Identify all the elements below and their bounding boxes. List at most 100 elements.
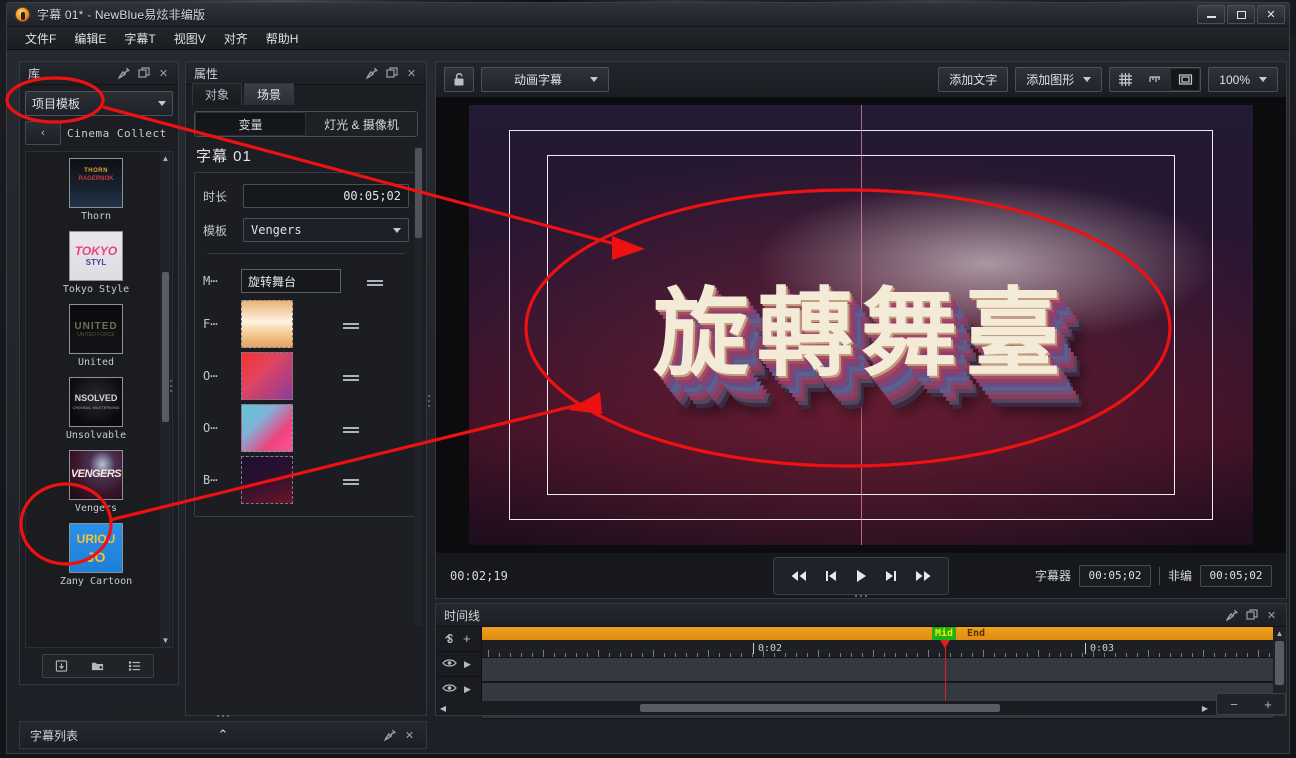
- library-category-dropdown[interactable]: 项目模板: [25, 91, 173, 116]
- scroll-right-icon[interactable]: ▶: [1198, 704, 1212, 713]
- menu-edit[interactable]: 编辑E: [66, 27, 114, 50]
- minimize-button[interactable]: [1197, 5, 1225, 24]
- zoom-in-button[interactable]: +: [1264, 697, 1272, 712]
- tab-scene[interactable]: 场景: [244, 83, 295, 105]
- duration-field[interactable]: 00:05;02: [243, 184, 409, 208]
- canvas-title-text[interactable]: 旋轉舞臺: [469, 256, 1253, 395]
- pin-icon[interactable]: [1225, 609, 1238, 622]
- list-item-vengers[interactable]: VENGERS Vengers: [26, 450, 172, 515]
- scroll-up-icon[interactable]: ▲: [1273, 628, 1286, 639]
- eye-icon[interactable]: [442, 655, 457, 673]
- pin-icon[interactable]: [117, 67, 130, 80]
- ruler-tick: [774, 653, 775, 657]
- breadcrumb-back-button[interactable]: ‹: [25, 121, 61, 145]
- scrollbar-thumb[interactable]: [640, 704, 1000, 712]
- library-resize-grip[interactable]: [168, 373, 173, 399]
- pin-icon[interactable]: [365, 67, 378, 80]
- zoom-out-button[interactable]: −: [1230, 697, 1238, 712]
- properties-scrollbar[interactable]: [414, 146, 423, 626]
- scroll-left-icon[interactable]: ◀: [436, 704, 450, 713]
- menu-help[interactable]: 帮助H: [258, 27, 307, 50]
- safe-area-icon[interactable]: [1170, 68, 1201, 91]
- lock-icon[interactable]: [444, 67, 474, 92]
- close-icon[interactable]: ✕: [157, 67, 170, 80]
- segment-lights-camera[interactable]: 灯光 & 摄像机: [306, 112, 417, 136]
- duration-bar[interactable]: [482, 627, 1273, 640]
- scroll-down-icon[interactable]: ▼: [160, 635, 171, 646]
- tab-object[interactable]: 对象: [192, 83, 243, 105]
- menu-title[interactable]: 字幕T: [116, 27, 163, 50]
- template-dropdown[interactable]: Vengers: [243, 218, 409, 242]
- marker-end[interactable]: End: [964, 627, 988, 640]
- infinity-icon[interactable]: [442, 630, 456, 648]
- scrollbar-track[interactable]: [450, 704, 1198, 712]
- close-button[interactable]: ✕: [1257, 5, 1285, 24]
- menu-align[interactable]: 对齐: [216, 27, 256, 50]
- variable-menu-icon[interactable]: [293, 323, 409, 325]
- skip-back-icon[interactable]: [790, 569, 808, 583]
- next-frame-icon[interactable]: [884, 569, 898, 583]
- subtitle-list-resize-grip[interactable]: [210, 713, 236, 718]
- expand-icon[interactable]: ▶: [464, 684, 471, 695]
- list-item[interactable]: URIOU JO Zany Cartoon: [26, 523, 172, 588]
- scrollbar-thumb: [415, 148, 422, 238]
- add-track-icon[interactable]: +: [463, 632, 471, 645]
- list-item[interactable]: UNITED UNITED FORCE United: [26, 304, 172, 369]
- float-icon[interactable]: [1245, 609, 1258, 622]
- variable-menu-icon[interactable]: [293, 479, 409, 481]
- mode-dropdown[interactable]: 动画字幕: [481, 67, 609, 92]
- skip-forward-icon[interactable]: [914, 569, 932, 583]
- timeline-horizontal-scrollbar[interactable]: ◀ ▶: [436, 701, 1286, 715]
- variable-menu-icon[interactable]: [293, 375, 409, 377]
- menu-file[interactable]: 文件F: [17, 27, 64, 50]
- timeline-vertical-scrollbar[interactable]: ▲: [1273, 627, 1286, 701]
- marker-mid[interactable]: Mid: [932, 627, 957, 640]
- prev-frame-icon[interactable]: [824, 569, 838, 583]
- pin-icon[interactable]: [383, 729, 396, 742]
- zoom-dropdown[interactable]: 100%: [1208, 67, 1278, 92]
- titler-duration[interactable]: 00:05;02: [1078, 564, 1151, 587]
- collapse-chevron-icon[interactable]: ⌃: [218, 727, 229, 743]
- playhead[interactable]: [940, 640, 950, 701]
- library-scrollbar[interactable]: ▲ ▼: [160, 152, 171, 647]
- editor-duration[interactable]: 00:05;02: [1200, 564, 1272, 587]
- template-thumbnail-list[interactable]: THORN RAGERNOK Thorn TOKYO STYL Tokyo St…: [25, 151, 173, 648]
- scrollbar-thumb[interactable]: [162, 272, 169, 422]
- close-icon[interactable]: ✕: [405, 67, 418, 80]
- color-swatch[interactable]: [241, 404, 293, 452]
- list-view-icon[interactable]: [128, 660, 141, 673]
- color-swatch[interactable]: [241, 300, 293, 348]
- variable-text-input[interactable]: 旋转舞台: [241, 269, 341, 293]
- variable-menu-icon[interactable]: [341, 280, 409, 282]
- ruler-tick: [1060, 653, 1061, 657]
- eye-icon[interactable]: [442, 680, 457, 698]
- list-item[interactable]: NSOLVED CRIMINAL MASTERMIND Unsolvable: [26, 377, 172, 442]
- properties-resize-grip[interactable]: [426, 388, 431, 414]
- track-row[interactable]: [482, 658, 1273, 682]
- float-icon[interactable]: [385, 67, 398, 80]
- segment-variables[interactable]: 变量: [195, 112, 306, 136]
- add-text-button[interactable]: 添加文字: [938, 67, 1009, 92]
- add-shape-button[interactable]: 添加图形: [1015, 67, 1103, 92]
- float-icon[interactable]: [137, 67, 150, 80]
- scroll-up-icon[interactable]: ▲: [160, 153, 171, 164]
- list-item[interactable]: TOKYO STYL Tokyo Style: [26, 231, 172, 296]
- color-swatch[interactable]: [241, 352, 293, 400]
- preview-resize-grip[interactable]: [848, 593, 874, 598]
- timeline-tracks[interactable]: Mid End 0:02 0:03: [482, 627, 1273, 719]
- list-item[interactable]: THORN RAGERNOK Thorn: [26, 158, 172, 223]
- close-icon[interactable]: ✕: [1265, 609, 1278, 622]
- grid-icon[interactable]: [1110, 68, 1140, 91]
- expand-icon[interactable]: ▶: [464, 659, 471, 670]
- variable-menu-icon[interactable]: [293, 427, 409, 429]
- menu-view[interactable]: 视图V: [166, 27, 214, 50]
- color-swatch[interactable]: [241, 456, 293, 504]
- time-ruler[interactable]: 0:02 0:03: [482, 640, 1273, 658]
- maximize-button[interactable]: [1227, 5, 1255, 24]
- preview-canvas[interactable]: 旋轉舞臺: [469, 105, 1253, 545]
- ruler-icon[interactable]: [1140, 68, 1170, 91]
- play-icon[interactable]: [854, 568, 868, 584]
- close-icon[interactable]: ✕: [403, 729, 416, 742]
- new-folder-icon[interactable]: [91, 660, 104, 673]
- save-icon[interactable]: [55, 660, 68, 673]
